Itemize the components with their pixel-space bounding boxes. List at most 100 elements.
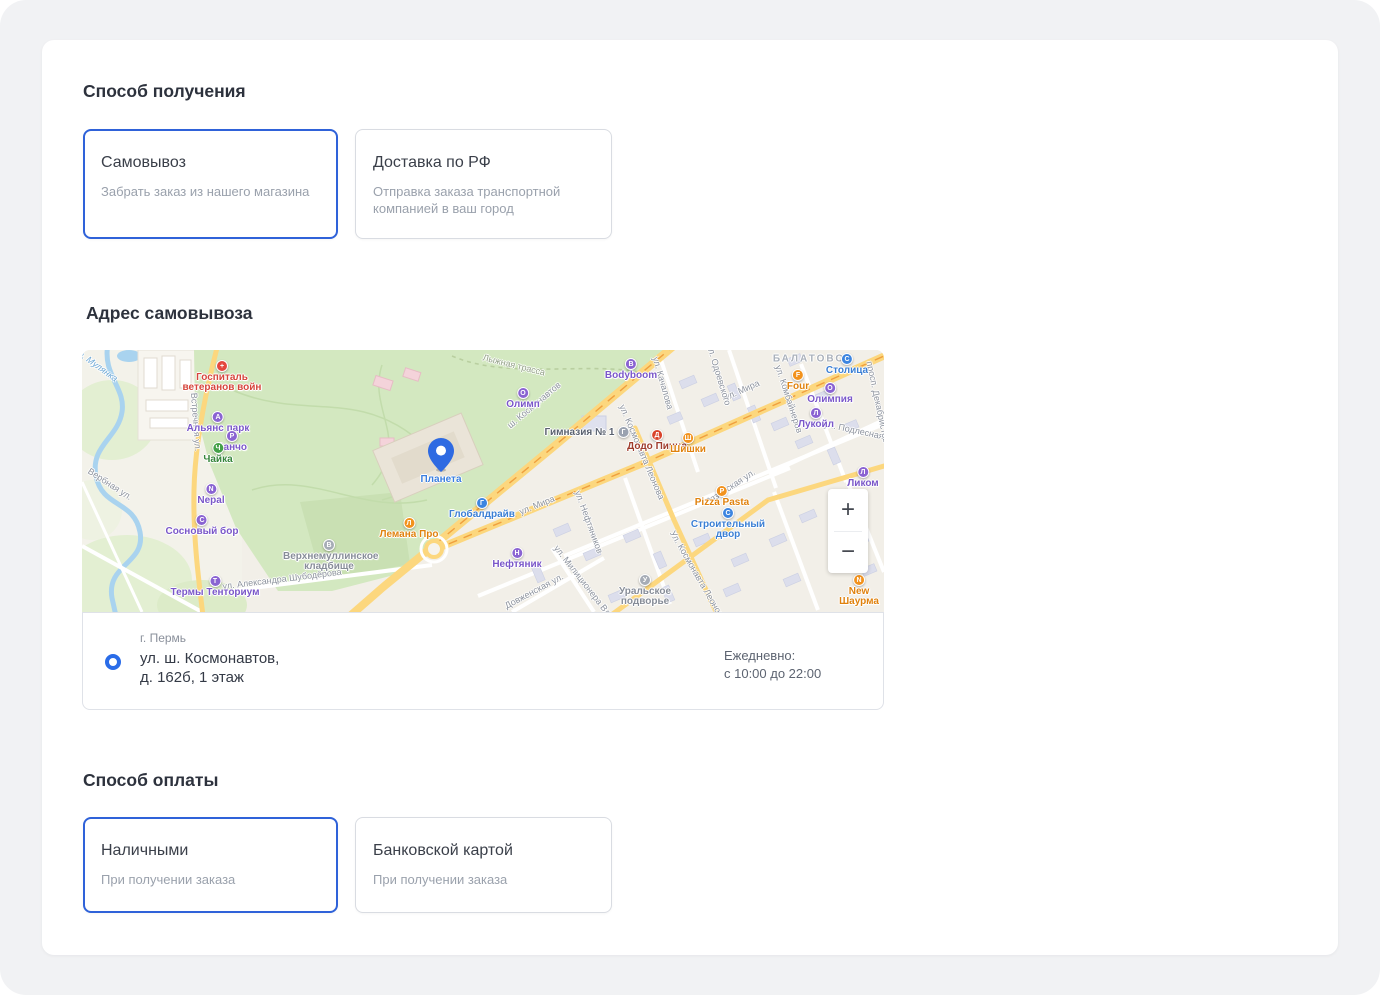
map-street-label: ул. Мира [518, 493, 556, 516]
poi-name: Гимназия № 1 [545, 428, 615, 438]
map-street-label: ш. Космонавтов [505, 380, 562, 430]
poi-name: Чайка [203, 455, 232, 465]
poi-icon: Ч [212, 442, 224, 454]
delivery-option-shipping[interactable]: Доставка по РФ Отправка заказа транспорт… [355, 129, 612, 239]
address-schedule: Ежедневно: с 10:00 до 22:00 [724, 647, 821, 683]
poi-name: Госпиталь ветеранов войн [179, 373, 265, 393]
payment-option-card[interactable]: Банковской картой При получении заказа [355, 817, 612, 913]
address-text: г. Пермь ул. ш. Космонавтов, д. 162б, 1 … [140, 631, 279, 687]
poi-icon: Л [857, 466, 869, 478]
poi-name: Сосновый бор [166, 527, 239, 537]
poi-name: Альянс парк [187, 424, 250, 434]
pickup-address-card[interactable]: г. Пермь ул. ш. Космонавтов, д. 162б, 1 … [82, 612, 884, 710]
map-street-label: Вербная ул. [86, 466, 134, 502]
map-poi-label: ЛЛиком [847, 466, 878, 489]
map-poi-label: NNepal [197, 483, 224, 506]
map-poi-label: ООлимпия [807, 382, 853, 405]
map-street-label: Рязанская ул. [703, 467, 757, 507]
poi-icon: С [722, 507, 734, 519]
poi-icon: Н [511, 547, 523, 559]
map-street-label: ул. Подлесная [823, 419, 884, 441]
map-poi-label: ЛЛемана Про [379, 517, 438, 540]
poi-icon: B [625, 358, 637, 370]
map-poi-label: ДДодо Пицца [627, 429, 687, 452]
schedule-hours: с 10:00 до 22:00 [724, 665, 821, 683]
poi-name: Глобалдрайв [449, 510, 515, 520]
delivery-option-pickup[interactable]: Самовывоз Забрать заказ из нашего магази… [83, 129, 338, 239]
zoom-out-button[interactable]: − [828, 532, 868, 574]
poi-name: Столица [826, 366, 868, 376]
payment-options: Наличными При получении заказа Банковско… [83, 817, 612, 913]
payment-option-cash[interactable]: Наличными При получении заказа [83, 817, 338, 913]
map-street-label: ул. Милиционера Власова [552, 543, 628, 612]
poi-icon: В [323, 539, 335, 551]
pickup-map[interactable]: +Госпиталь ветеранов войнААльянс паркРРа… [82, 350, 884, 612]
poi-icon: У [639, 574, 651, 586]
poi-icon: Т [209, 575, 221, 587]
poi-name: Bodyboom [605, 371, 657, 381]
map-poi-label: ССосновый бор [166, 514, 239, 537]
payment-heading: Способ оплаты [83, 769, 218, 791]
map-poi-label: BBodyboom [605, 358, 657, 381]
poi-name: Ликом [847, 479, 878, 489]
delivery-option-title: Доставка по РФ [373, 153, 594, 173]
map-poi-label: ТТермы Тенториум [170, 575, 259, 598]
map-street-label: ул. Александра Шубодёрова [222, 567, 342, 592]
map-poi-label: ННефтяник [492, 547, 541, 570]
map-poi-label: ВВерхнемуллинское кладбище [283, 539, 375, 572]
poi-icon: О [517, 387, 529, 399]
map-poi-label: ААльянс парк [187, 411, 250, 434]
map-poi-label: ЛЛукойл [798, 407, 834, 430]
map-street-label: Встречная ул. [189, 393, 203, 452]
map-zoom-controls: + − [828, 489, 868, 573]
checkout-card: Способ получения Самовывоз Забрать заказ… [42, 40, 1338, 955]
payment-option-subtitle: При получении заказа [101, 871, 320, 888]
poi-name: Строительный двор [689, 520, 767, 540]
schedule-label: Ежедневно: [724, 647, 821, 665]
map-street-label: ул. Мира [723, 378, 761, 402]
map-street-label: просп. Декабристов [864, 360, 884, 443]
address-radio[interactable] [105, 654, 121, 670]
poi-icon: А [212, 411, 224, 423]
map-poi-label: ССтолица [826, 353, 868, 376]
poi-name: Олимпия [807, 395, 853, 405]
poi-name: Олимп [506, 400, 540, 410]
map-poi-label: ЧЧайка [203, 442, 232, 465]
delivery-heading: Способ получения [83, 80, 246, 102]
checkout-page: Способ получения Самовывоз Забрать заказ… [0, 0, 1380, 995]
poi-name: Шишки [670, 445, 706, 455]
delivery-option-subtitle: Отправка заказа транспортной компанией в… [373, 183, 575, 217]
payment-option-title: Банковской картой [373, 841, 594, 861]
poi-icon: Л [810, 407, 822, 419]
poi-name: Термы Тенториум [170, 588, 259, 598]
map-street-label: ул. Комбайнеров [773, 364, 804, 434]
poi-name: Уральское подворье [610, 587, 680, 607]
map-street-label: Ул. Космонавта Леонова [668, 529, 728, 612]
poi-icon: С [841, 353, 853, 365]
poi-name: Верхнемуллинское кладбище [283, 552, 375, 572]
poi-name: Додо Пицца [627, 442, 687, 452]
map-poi-label: УУральское подворье [610, 574, 680, 607]
poi-icon: Л [403, 517, 415, 529]
poi-name: New Шаурма [839, 587, 879, 607]
poi-icon: N [853, 574, 865, 586]
map-poi-label: PPizza Pasta [695, 485, 749, 508]
poi-name: Four [787, 382, 809, 392]
pickup-address-heading: Адрес самовывоза [86, 302, 253, 324]
map-street-label: р. Мулянка [82, 350, 120, 384]
poi-icon: С [196, 514, 208, 526]
map-district-label: БАЛАТОВО [773, 354, 845, 365]
poi-icon: + [216, 360, 228, 372]
poi-name: Nepal [197, 496, 224, 506]
payment-option-title: Наличными [101, 841, 320, 861]
payment-option-subtitle: При получении заказа [373, 871, 594, 888]
map-poi-label: ССтроительный двор [689, 507, 767, 540]
map-street-label: Лыжная трасса [482, 352, 546, 377]
map-poi-label: FFour [787, 369, 809, 392]
map-street-label: ул. Космонавта Леонова [617, 403, 666, 501]
poi-icon: Ш [682, 432, 694, 444]
map-poi-label: ООлимп [506, 387, 540, 410]
address-line1: ул. ш. Космонавтов, [140, 649, 279, 668]
poi-icon: Р [226, 430, 238, 442]
zoom-in-button[interactable]: + [828, 489, 868, 531]
